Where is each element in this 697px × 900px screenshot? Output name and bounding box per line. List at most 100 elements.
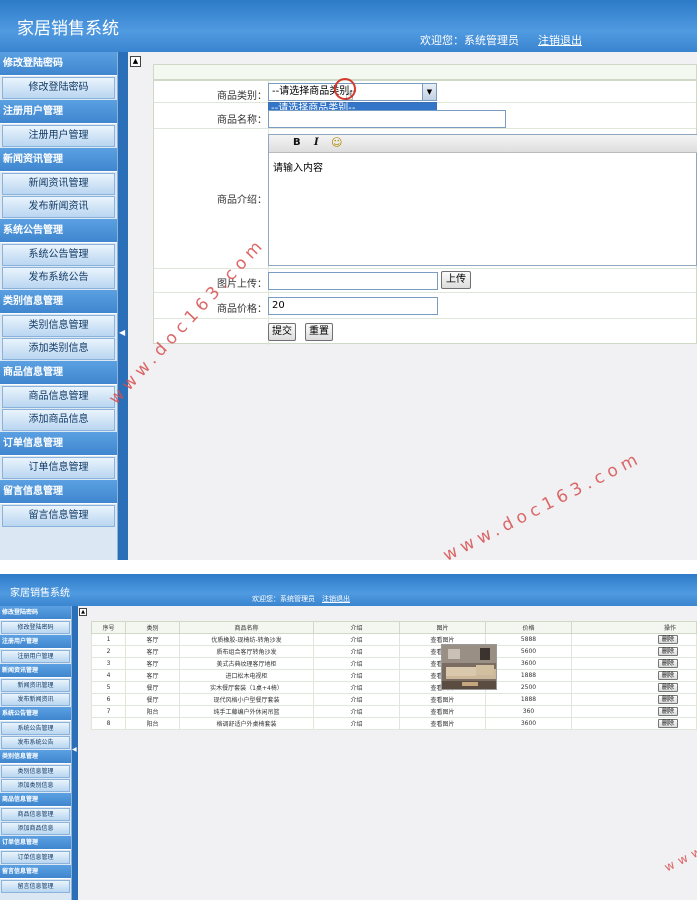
cell-no: 3 — [91, 657, 126, 670]
sidebar-item-news-publish[interactable]: 发布新闻资讯 — [1, 693, 70, 706]
cell-price: 3600 — [485, 717, 572, 730]
price-input[interactable]: 20 — [268, 297, 438, 315]
cell-category: 客厅 — [125, 633, 180, 646]
cell-intro-link[interactable]: 介绍 — [313, 705, 400, 718]
delete-button[interactable]: 删除 — [657, 647, 678, 656]
reset-button[interactable]: 重置 — [305, 323, 333, 341]
product-name-input[interactable] — [268, 110, 506, 128]
sidebar-group-category[interactable]: 类别信息管理 — [0, 750, 71, 764]
collapse-toggle-icon[interactable]: ▲ — [79, 608, 87, 616]
cell-action: 删除 — [571, 693, 697, 706]
sidebar: 修改登陆密码 修改登陆密码 注册用户管理 注册用户管理 新闻资讯管理 新闻资讯管… — [0, 52, 118, 560]
sidebar-item-notice-publish[interactable]: 发布系统公告 — [2, 267, 115, 289]
cell-name: 格调舒适户外桌椅套装 — [179, 717, 314, 730]
welcome-text: 欢迎您：系统管理员 — [252, 595, 315, 603]
sidebar-collapse-arrow-icon[interactable]: ◀ — [72, 746, 77, 753]
delete-button[interactable]: 删除 — [657, 719, 678, 728]
sidebar-item-message-manage[interactable]: 留言信息管理 — [1, 880, 70, 893]
cell-intro-link[interactable]: 介绍 — [313, 717, 400, 730]
cell-intro-link[interactable]: 介绍 — [313, 633, 400, 646]
row-actions — [154, 319, 696, 345]
sidebar-item-change-password[interactable]: 修改登陆密码 — [1, 621, 70, 634]
sidebar-item-category-add[interactable]: 添加类别信息 — [2, 338, 115, 360]
sidebar-group-password[interactable]: 修改登陆密码 — [0, 606, 71, 620]
sidebar-item-news-manage[interactable]: 新闻资讯管理 — [1, 679, 70, 692]
emoji-icon[interactable]: ☺ — [331, 136, 342, 149]
description-label: 商品介绍： — [217, 195, 267, 206]
sidebar-item-message-manage[interactable]: 留言信息管理 — [2, 505, 115, 527]
sidebar-group-news[interactable]: 新闻资讯管理 — [0, 664, 71, 678]
dropdown-arrow-icon[interactable]: ▼ — [422, 84, 436, 100]
sidebar-group-order[interactable]: 订单信息管理 — [0, 836, 71, 850]
sidebar-item-product-add[interactable]: 添加商品信息 — [1, 822, 70, 835]
cell-intro-link[interactable]: 介绍 — [313, 681, 400, 694]
sidebar-group-category[interactable]: 类别信息管理 — [0, 290, 117, 314]
sidebar-item-news-publish[interactable]: 发布新闻资讯 — [2, 196, 115, 218]
cell-image-link[interactable]: 查看图片 — [399, 705, 486, 718]
sidebar-group-message[interactable]: 留言信息管理 — [0, 865, 71, 879]
delete-button[interactable]: 删除 — [657, 659, 678, 668]
sidebar-item-users[interactable]: 注册用户管理 — [2, 125, 115, 147]
sidebar-group-notice[interactable]: 系统公告管理 — [0, 707, 71, 721]
cell-intro-link[interactable]: 介绍 — [313, 693, 400, 706]
cell-intro-link[interactable]: 介绍 — [313, 657, 400, 670]
sidebar-group-users[interactable]: 注册用户管理 — [0, 635, 71, 649]
cell-price: 1888 — [485, 693, 572, 706]
delete-button[interactable]: 删除 — [657, 707, 678, 716]
sidebar-collapse-arrow-icon[interactable]: ◀ — [119, 328, 125, 337]
delete-button[interactable]: 删除 — [657, 671, 678, 680]
bold-button[interactable]: B — [293, 137, 301, 148]
table-row: 2 客厅 质布组合客厅转角沙发 介绍 查看图片 5600 删除 — [91, 645, 697, 658]
cell-category: 客厅 — [125, 645, 180, 658]
name-label: 商品名称： — [217, 115, 267, 126]
delete-button[interactable]: 删除 — [657, 635, 678, 644]
cell-category: 客厅 — [125, 669, 180, 682]
sidebar-item-users[interactable]: 注册用户管理 — [1, 650, 70, 663]
sidebar-item-order-manage[interactable]: 订单信息管理 — [2, 457, 115, 479]
sidebar-group-users[interactable]: 注册用户管理 — [0, 100, 117, 124]
sidebar-group-product[interactable]: 商品信息管理 — [0, 361, 117, 385]
cell-no: 4 — [91, 669, 126, 682]
sidebar-item-product-add[interactable]: 添加商品信息 — [2, 409, 115, 431]
sidebar-item-product-manage[interactable]: 商品信息管理 — [2, 386, 115, 408]
description-editor[interactable]: B I ☺ 请输入内容 — [268, 134, 697, 266]
logout-link[interactable]: 注销退出 — [322, 594, 350, 604]
sidebar-group-notice[interactable]: 系统公告管理 — [0, 219, 117, 243]
sidebar-item-notice-manage[interactable]: 系统公告管理 — [2, 244, 115, 266]
sidebar-item-category-manage[interactable]: 类别信息管理 — [1, 765, 70, 778]
delete-button[interactable]: 删除 — [657, 683, 678, 692]
sidebar-group-news[interactable]: 新闻资讯管理 — [0, 148, 117, 172]
cell-intro-link[interactable]: 介绍 — [313, 669, 400, 682]
sidebar-item-order-manage[interactable]: 订单信息管理 — [1, 851, 70, 864]
sidebar-group-message[interactable]: 留言信息管理 — [0, 480, 117, 504]
editor-toolbar: B I ☺ — [269, 135, 697, 153]
top-header: 家居销售系统 欢迎您：系统管理员 注销退出 — [0, 574, 697, 606]
sidebar-group-order[interactable]: 订单信息管理 — [0, 432, 117, 456]
collapse-toggle-icon[interactable]: ▲ — [130, 56, 141, 67]
sidebar-item-notice-manage[interactable]: 系统公告管理 — [1, 722, 70, 735]
sidebar-splitter[interactable]: ◀ — [118, 52, 128, 560]
sidebar-item-category-add[interactable]: 添加类别信息 — [1, 779, 70, 792]
upload-button[interactable]: 上传 — [441, 271, 471, 289]
italic-button[interactable]: I — [314, 137, 319, 148]
sidebar-item-notice-publish[interactable]: 发布系统公告 — [1, 736, 70, 749]
image-path-input[interactable] — [268, 272, 438, 290]
sidebar-group-password[interactable]: 修改登陆密码 — [0, 52, 117, 76]
submit-button[interactable]: 提交 — [268, 323, 296, 341]
screenshot-product-list: 家居销售系统 欢迎您：系统管理员 注销退出 修改登陆密码 修改登陆密码 注册用户… — [0, 574, 697, 900]
table-row: 1 客厅 优质橡胶-现椅纺-转角沙发 介绍 查看图片 5888 删除 — [91, 633, 697, 646]
description-text[interactable]: 请输入内容 — [273, 159, 323, 174]
sidebar-group-product[interactable]: 商品信息管理 — [0, 793, 71, 807]
cell-image-link[interactable]: 查看图片 — [399, 717, 486, 730]
delete-button[interactable]: 删除 — [657, 695, 678, 704]
sidebar-item-change-password[interactable]: 修改登陆密码 — [2, 77, 115, 99]
logout-link[interactable]: 注销退出 — [538, 32, 582, 48]
sidebar-item-product-manage[interactable]: 商品信息管理 — [1, 808, 70, 821]
cell-price: 5600 — [485, 645, 572, 658]
sidebar-item-news-manage[interactable]: 新闻资讯管理 — [2, 173, 115, 195]
cell-image-link[interactable]: 查看图片 — [399, 693, 486, 706]
cell-no: 1 — [91, 633, 126, 646]
sidebar-item-category-manage[interactable]: 类别信息管理 — [2, 315, 115, 337]
cell-category: 餐厅 — [125, 681, 180, 694]
cell-intro-link[interactable]: 介绍 — [313, 645, 400, 658]
